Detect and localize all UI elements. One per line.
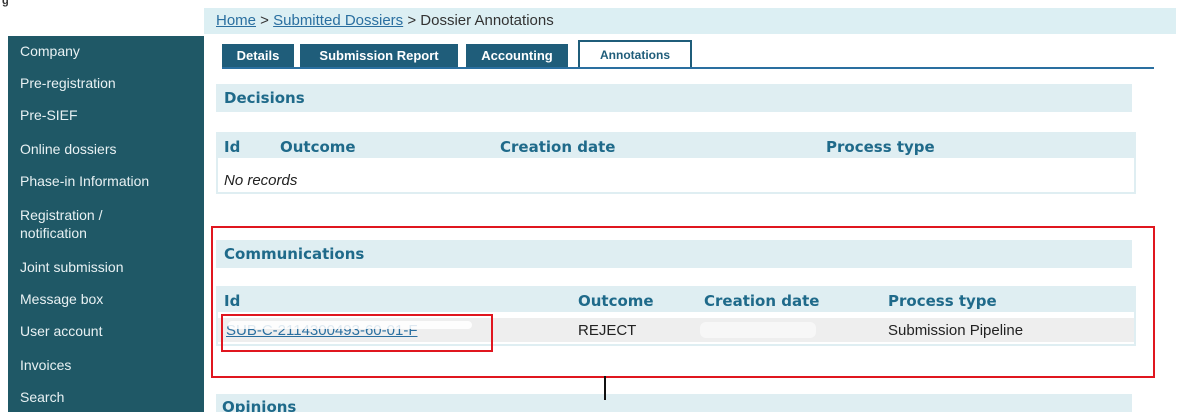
sidebar-item-company[interactable]: Company	[20, 42, 80, 60]
top-strip-label: g	[2, 0, 9, 7]
decisions-col-creation-date: Creation date	[500, 138, 616, 156]
decisions-table: Id Outcome Creation date Process type No…	[216, 132, 1136, 194]
highlight-box-communications	[211, 226, 1155, 378]
text-cursor	[604, 376, 606, 400]
sidebar-item-online-dossiers[interactable]: Online dossiers	[20, 140, 117, 158]
tab-submission-report[interactable]: Submission Report	[300, 44, 458, 68]
decisions-header: Decisions	[216, 84, 1132, 112]
sidebar-item-registration-line2[interactable]: notification	[20, 224, 87, 242]
breadcrumb-home-link[interactable]: Home	[216, 12, 256, 29]
breadcrumb-current: Dossier Annotations	[420, 12, 554, 29]
sidebar-item-pre-sief[interactable]: Pre-SIEF	[20, 106, 78, 124]
tab-underline	[222, 67, 1154, 69]
decisions-col-id: Id	[224, 138, 241, 156]
sidebar: Company Pre-registration Pre-SIEF Online…	[8, 36, 204, 412]
sidebar-item-registration[interactable]: Registration /	[20, 206, 102, 224]
sidebar-item-invoices[interactable]: Invoices	[20, 356, 71, 374]
opinions-header: Opinions	[222, 398, 297, 412]
decisions-empty-message: No records	[224, 172, 298, 189]
breadcrumb-submitted-link[interactable]: Submitted Dossiers	[273, 12, 403, 29]
tab-details[interactable]: Details	[222, 44, 294, 68]
sidebar-item-joint-submission[interactable]: Joint submission	[20, 258, 124, 276]
breadcrumb-bar: Home > Submitted Dossiers > Dossier Anno…	[204, 8, 1176, 34]
sidebar-item-phase-in-information[interactable]: Phase-in Information	[20, 172, 149, 190]
sidebar-item-pre-registration[interactable]: Pre-registration	[20, 74, 116, 92]
decisions-col-outcome: Outcome	[280, 138, 356, 156]
breadcrumb: Home > Submitted Dossiers > Dossier Anno…	[216, 12, 554, 29]
sidebar-item-message-box[interactable]: Message box	[20, 290, 103, 308]
tab-accounting[interactable]: Accounting	[466, 44, 568, 68]
highlight-box-communication-id	[221, 314, 493, 352]
sidebar-item-search[interactable]: Search	[20, 388, 64, 406]
breadcrumb-separator: >	[256, 12, 274, 29]
breadcrumb-separator: >	[403, 12, 421, 29]
sidebar-item-user-account[interactable]: User account	[20, 322, 102, 340]
tab-annotations[interactable]: Annotations	[578, 40, 692, 69]
top-strip: g	[0, 0, 1184, 8]
opinions-header-bg	[216, 394, 1132, 412]
decisions-col-process-type: Process type	[826, 138, 935, 156]
